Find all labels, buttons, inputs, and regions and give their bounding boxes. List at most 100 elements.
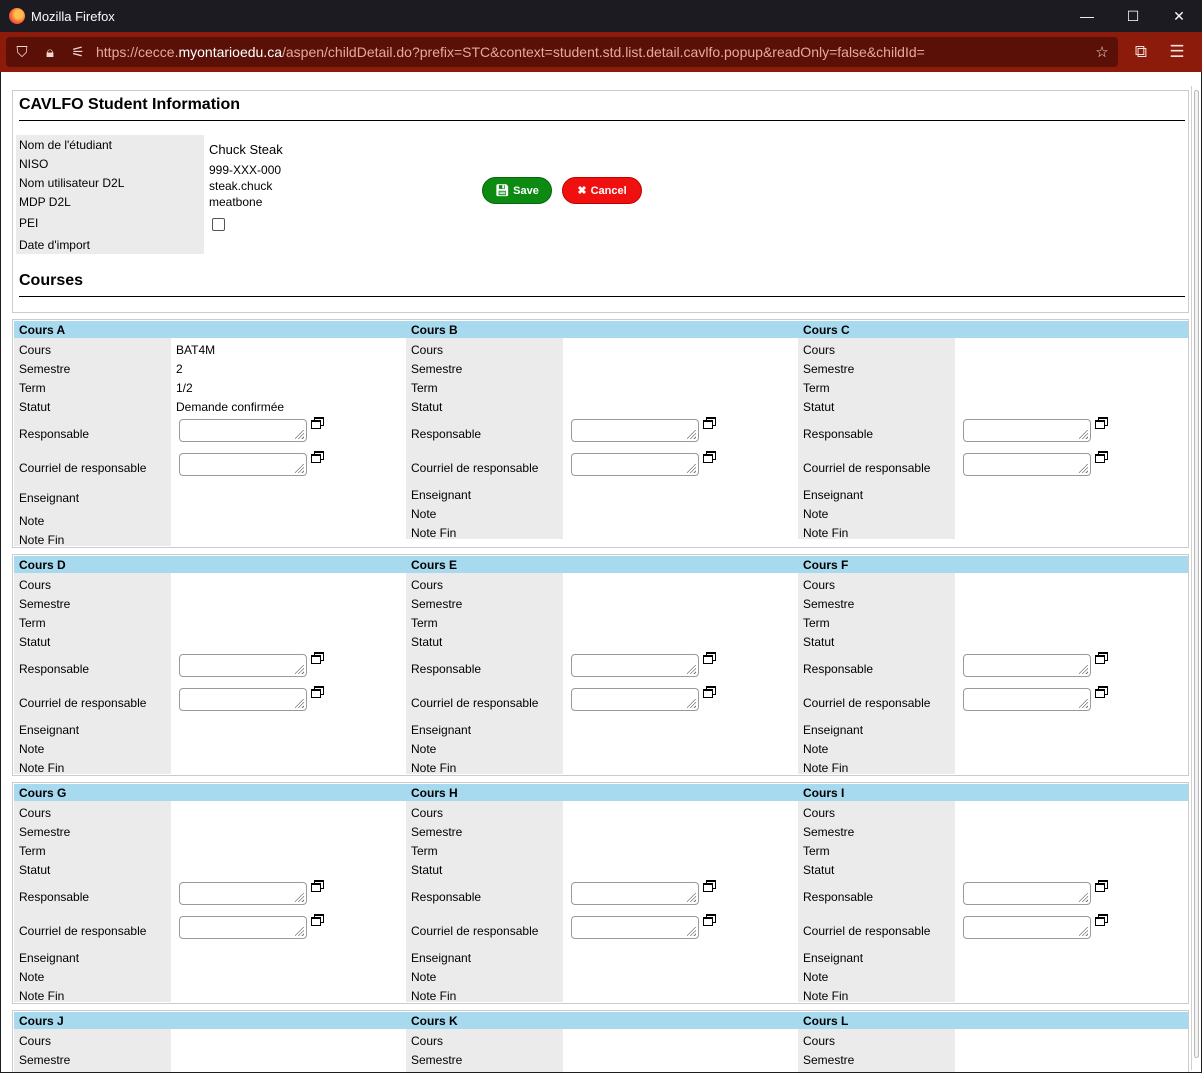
- label-cours: Cours: [803, 343, 836, 357]
- d2l-user-value: steak.chuck: [209, 179, 273, 193]
- shield-icon[interactable]: ⛉: [10, 44, 34, 61]
- popup-window-icon[interactable]: [1095, 417, 1108, 429]
- label-enseignant: Enseignant: [803, 951, 864, 965]
- popup-window-icon[interactable]: [311, 417, 324, 429]
- course-group: Cours A Cours B Cours C Cours BAT4M Semestre 2…: [12, 319, 1189, 548]
- label-semestre: Semestre: [803, 597, 855, 611]
- firefox-logo-icon: [9, 8, 25, 24]
- responsable-textarea[interactable]: [963, 419, 1091, 442]
- label-semestre: Semestre: [411, 597, 463, 611]
- label-term: Term: [411, 381, 438, 395]
- popup-window-icon[interactable]: [311, 686, 324, 698]
- label-statut: Statut: [803, 635, 835, 649]
- course-column: Cours Semestre Term Statut Responsable Courri…: [406, 573, 798, 775]
- url-text[interactable]: https://cecce.myontarioedu.ca/aspen/chil…: [96, 44, 1086, 60]
- responsable-textarea[interactable]: [963, 654, 1091, 677]
- label-note: Note: [19, 742, 45, 756]
- lock-icon[interactable]: 🔒︎: [38, 44, 62, 61]
- course-group-header: Cours G Cours H Cours I: [14, 784, 1188, 801]
- label-note-fin: Note Fin: [803, 526, 849, 540]
- course-column: Cours Semestre Term Statut Responsable Courri…: [14, 573, 406, 775]
- label-term: Term: [411, 616, 438, 630]
- label-cours: Cours: [803, 578, 836, 592]
- label-note: Note: [803, 970, 829, 984]
- courriel-textarea[interactable]: [571, 916, 699, 939]
- label-semestre: Semestre: [803, 825, 855, 839]
- course-column: Cours Semestre Term Statut Responsable Courri…: [798, 573, 1190, 775]
- label-semestre: Semestre: [19, 597, 71, 611]
- responsable-textarea[interactable]: [179, 882, 307, 905]
- popup-window-icon[interactable]: [703, 880, 716, 892]
- courriel-textarea[interactable]: [963, 688, 1091, 711]
- label-note-fin: Note Fin: [19, 533, 65, 547]
- courriel-textarea[interactable]: [963, 916, 1091, 939]
- courriel-textarea[interactable]: [179, 688, 307, 711]
- label-statut: Statut: [19, 635, 51, 649]
- label-import-date: Date d'import: [19, 238, 90, 252]
- minimize-button[interactable]: —: [1064, 0, 1110, 32]
- course-column: Cours Semestre Term Statut Responsable Courri…: [406, 338, 798, 547]
- label-d2l-password: MDP D2L: [19, 195, 71, 209]
- popup-window-icon[interactable]: [1095, 451, 1108, 463]
- label-cours: Cours: [19, 806, 52, 820]
- popup-window-icon[interactable]: [1095, 652, 1108, 664]
- responsable-textarea[interactable]: [571, 419, 699, 442]
- popup-window-icon[interactable]: [1095, 880, 1108, 892]
- label-note: Note: [19, 970, 45, 984]
- label-note-fin: Note Fin: [803, 761, 849, 775]
- scrollbar-thumb[interactable]: [1194, 90, 1199, 1058]
- course-group-header: Cours D Cours E Cours F: [14, 556, 1188, 573]
- label-semestre: Semestre: [411, 825, 463, 839]
- courriel-textarea[interactable]: [571, 453, 699, 476]
- label-semestre: Semestre: [19, 1053, 71, 1067]
- page-viewport: CAVLFO Student Information Nom de l'étud…: [1, 72, 1201, 1072]
- label-statut: Statut: [19, 400, 51, 414]
- extensions-icon[interactable]: ⧉: [1125, 32, 1157, 72]
- popup-window-icon[interactable]: [703, 417, 716, 429]
- label-statut: Statut: [411, 635, 443, 649]
- responsable-textarea[interactable]: [571, 882, 699, 905]
- popup-window-icon[interactable]: [703, 914, 716, 926]
- pei-checkbox[interactable]: [212, 218, 225, 231]
- label-statut: Statut: [803, 863, 835, 877]
- label-d2l-user: Nom utilisateur D2L: [19, 176, 125, 190]
- popup-window-icon[interactable]: [311, 652, 324, 664]
- courriel-textarea[interactable]: [571, 688, 699, 711]
- url-bar[interactable]: ⛉ 🔒︎ ⚟ https://cecce.myontarioedu.ca/asp…: [6, 37, 1118, 67]
- label-term: Term: [19, 844, 46, 858]
- menu-icon[interactable]: ☰: [1161, 32, 1193, 72]
- course-title: Cours C: [803, 323, 850, 337]
- popup-window-icon[interactable]: [703, 451, 716, 463]
- popup-window-icon[interactable]: [311, 451, 324, 463]
- vertical-scrollbar[interactable]: [1191, 86, 1201, 1070]
- close-window-button[interactable]: ✕: [1156, 0, 1202, 32]
- bookmark-star-icon[interactable]: ☆: [1090, 43, 1114, 61]
- cancel-button[interactable]: ✖ Cancel: [562, 177, 642, 204]
- courriel-textarea[interactable]: [963, 453, 1091, 476]
- permissions-icon[interactable]: ⚟: [66, 43, 90, 61]
- label-student-name: Nom de l'étudiant: [19, 138, 113, 152]
- popup-window-icon[interactable]: [311, 880, 324, 892]
- popup-window-icon[interactable]: [1095, 914, 1108, 926]
- popup-window-icon[interactable]: [703, 652, 716, 664]
- label-courriel: Courriel de responsable: [803, 924, 931, 938]
- label-semestre: Semestre: [803, 1053, 855, 1067]
- popup-window-icon[interactable]: [1095, 686, 1108, 698]
- label-enseignant: Enseignant: [803, 488, 864, 502]
- label-note: Note: [411, 742, 437, 756]
- popup-window-icon[interactable]: [703, 686, 716, 698]
- student-info-panel: CAVLFO Student Information Nom de l'étud…: [12, 90, 1189, 313]
- courriel-textarea[interactable]: [179, 916, 307, 939]
- popup-window-icon[interactable]: [311, 914, 324, 926]
- courriel-textarea[interactable]: [179, 453, 307, 476]
- responsable-textarea[interactable]: [963, 882, 1091, 905]
- maximize-button[interactable]: ☐: [1110, 0, 1156, 32]
- save-button[interactable]: 💾︎ Save: [482, 177, 552, 204]
- responsable-textarea[interactable]: [179, 654, 307, 677]
- course-title: Cours B: [411, 323, 458, 337]
- responsable-textarea[interactable]: [571, 654, 699, 677]
- responsable-textarea[interactable]: [179, 419, 307, 442]
- label-responsable: Responsable: [411, 662, 482, 676]
- label-pei: PEI: [19, 216, 39, 230]
- courses-divider: [19, 296, 1185, 297]
